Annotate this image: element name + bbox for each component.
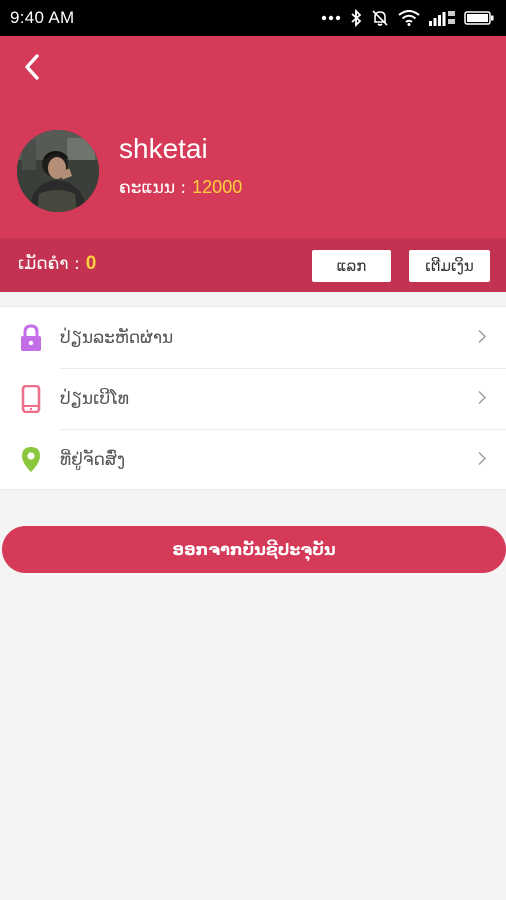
exchange-button[interactable]: ແລກ [312, 250, 391, 282]
balance-value: 0 [85, 253, 97, 274]
phone-icon [18, 384, 44, 414]
menu-item-label: ປ່ຽນລະຫັດຜ່ານ [60, 327, 174, 348]
score-row: ຄະແນນ : 12000 [119, 177, 242, 198]
chevron-right-icon [478, 328, 486, 347]
username: shketai [119, 133, 208, 164]
status-time: 9:40 AM [10, 8, 75, 27]
mute-icon [371, 9, 389, 27]
topup-button[interactable]: ເຕີມເງິນ [409, 250, 490, 282]
menu-item-change-phone[interactable]: ປ່ຽນເບີໂທ [0, 368, 506, 429]
score-value: 12000 [192, 177, 243, 197]
dots-icon [321, 15, 341, 21]
lock-icon [18, 323, 44, 353]
avatar[interactable] [17, 130, 99, 212]
chevron-right-icon [478, 389, 486, 408]
back-button[interactable] [18, 54, 46, 84]
balance-bar: ເມັດຄຳ : 0 ແລກ ເຕີມເງິນ [0, 238, 506, 292]
menu-item-change-password[interactable]: ປ່ຽນລະຫັດຜ່ານ [0, 307, 506, 368]
back-chevron-icon [24, 54, 40, 84]
bluetooth-icon [350, 9, 362, 27]
score-label: ຄະແນນ : [119, 177, 187, 198]
profile-header: shketai ຄະແນນ : 12000 [0, 36, 506, 238]
signal-icon [429, 10, 455, 26]
logout-button[interactable]: ອອກຈາກບັນຊີປະຈຸບັນ [2, 526, 506, 573]
balance-label: ເມັດຄຳ : [18, 254, 80, 274]
battery-icon [464, 11, 494, 25]
menu-item-shipping-address[interactable]: ທີ່ຢູ່ຈັດສົ່ງ [0, 429, 506, 490]
chevron-right-icon [478, 450, 486, 469]
location-pin-icon [18, 445, 44, 475]
balance-row: ເມັດຄຳ : 0 [18, 253, 96, 275]
menu-item-label: ປ່ຽນເບີໂທ [60, 388, 130, 409]
wifi-icon [398, 10, 420, 26]
status-bar: 9:40 AM [0, 0, 506, 36]
menu-item-label: ທີ່ຢູ່ຈັດສົ່ງ [60, 449, 126, 470]
status-icons [321, 9, 494, 27]
settings-menu: ປ່ຽນລະຫັດຜ່ານ ປ່ຽນເບີໂທ ທີ່ຢູ່ຈັດສົ່ງ [0, 306, 506, 490]
